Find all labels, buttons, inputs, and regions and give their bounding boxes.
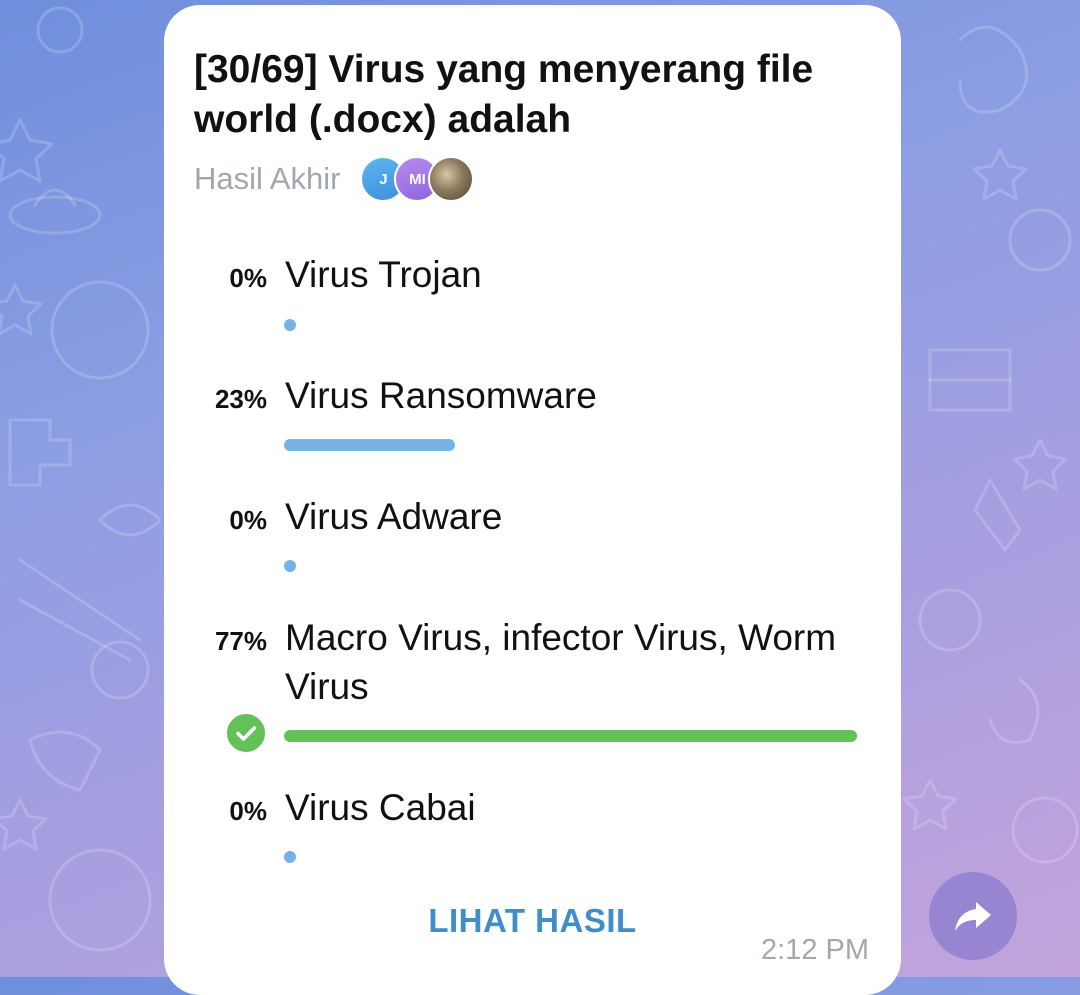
result-bar: [284, 851, 296, 863]
option-label: Virus Adware: [285, 496, 503, 537]
result-bar: [284, 560, 296, 572]
option-percent: 0%: [229, 505, 267, 535]
voter-avatar-photo: [428, 156, 475, 202]
check-circle-icon: [226, 713, 266, 753]
option-label: Virus Trojan: [285, 254, 482, 295]
result-bar: [284, 319, 296, 331]
message-time: 2:12 PM: [761, 934, 869, 966]
share-button[interactable]: [929, 872, 1017, 960]
recent-voters[interactable]: J MI: [360, 156, 475, 202]
share-arrow-icon: [955, 902, 991, 931]
option-percent: 0%: [229, 263, 267, 293]
poll-type-label: Hasil Akhir: [194, 161, 341, 196]
option-label: Virus Cabai: [285, 787, 476, 828]
voter-initials: J: [379, 170, 388, 188]
poll-subline: Hasil Akhir J MI: [194, 156, 475, 202]
result-bar-correct: [284, 730, 857, 742]
option-percent: 77%: [214, 626, 267, 656]
option-percent: 0%: [229, 796, 267, 826]
poll-message-bubble: [30/69] Virus yang menyerang file world …: [164, 5, 901, 995]
result-bar: [284, 439, 455, 451]
poll-question: [30/69] Virus yang menyerang file world …: [194, 48, 814, 141]
option-percent: 23%: [214, 384, 267, 414]
voter-initials: MI: [409, 170, 426, 188]
option-label: Virus Ransomware: [285, 375, 597, 416]
option-label: Macro Virus, infector Virus, Worm Virus: [285, 617, 837, 707]
